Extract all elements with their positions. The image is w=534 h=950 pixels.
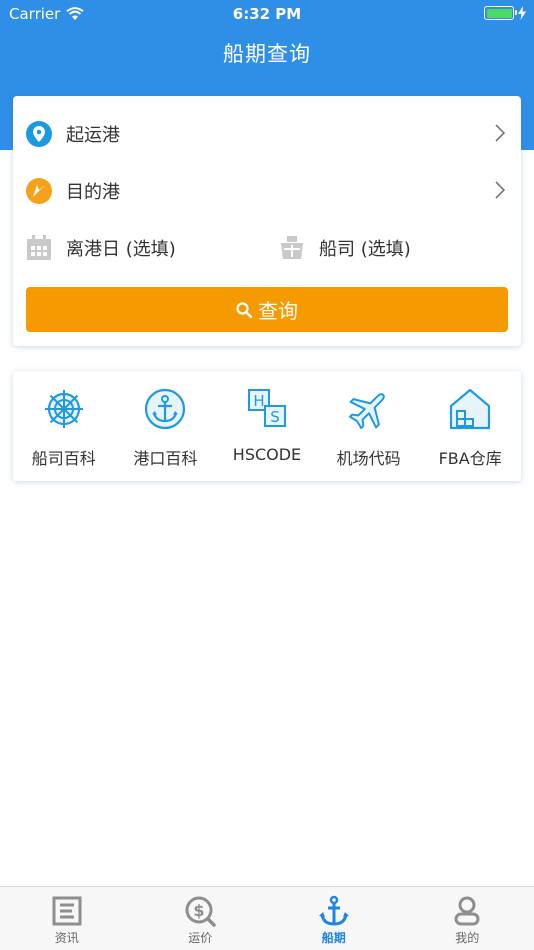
ship-icon bbox=[281, 236, 303, 259]
page-title: 船期查询 bbox=[223, 42, 311, 66]
status-time: 6:32 PM bbox=[232, 5, 302, 23]
anchor-icon bbox=[145, 388, 186, 430]
profile-icon bbox=[454, 896, 480, 926]
shipping-line-field[interactable]: 船司 (选填) bbox=[279, 220, 411, 276]
search-button-label: 查询 bbox=[258, 299, 298, 323]
tool-port-encyclopedia[interactable]: 港口百科 bbox=[115, 371, 217, 481]
battery-indicator bbox=[484, 6, 526, 20]
chevron-right-icon bbox=[495, 124, 505, 142]
hs-code-icon: H S bbox=[247, 389, 286, 427]
tab-label: 运价 bbox=[188, 931, 213, 945]
tab-profile[interactable]: 我的 bbox=[401, 887, 534, 950]
battery-icon bbox=[484, 6, 517, 20]
charging-bolt-icon bbox=[518, 6, 526, 20]
airplane-icon bbox=[348, 393, 385, 430]
tool-label: 机场代码 bbox=[336, 449, 401, 468]
svg-text:$: $ bbox=[194, 901, 205, 920]
tab-freight-rates[interactable]: $ 运价 bbox=[134, 887, 268, 950]
tab-news[interactable]: 资讯 bbox=[0, 887, 134, 950]
svg-text:H: H bbox=[253, 392, 264, 410]
tool-hscode[interactable]: H S HSCODE bbox=[216, 371, 318, 481]
tab-bar: 资讯 $ 运价 船期 我的 bbox=[0, 886, 534, 950]
destination-port-label: 目的港 bbox=[66, 182, 120, 203]
departure-date-label: 离港日 (选填) bbox=[66, 239, 176, 260]
tool-label: HSCODE bbox=[232, 445, 302, 464]
tool-label: FBA仓库 bbox=[438, 449, 502, 468]
calendar-icon bbox=[27, 235, 51, 260]
tab-label: 资讯 bbox=[54, 931, 79, 945]
ship-wheel-icon bbox=[44, 390, 83, 428]
search-card: 起运港 目的港 离港日 (选填) 船司 (选填) 查询 bbox=[13, 96, 521, 346]
news-icon bbox=[52, 896, 82, 926]
search-button[interactable]: 查询 bbox=[26, 287, 508, 332]
search-icon bbox=[236, 301, 252, 318]
origin-port-row[interactable]: 起运港 bbox=[13, 106, 521, 162]
status-bar: Carrier 6:32 PM bbox=[0, 0, 534, 28]
price-icon: $ bbox=[185, 896, 216, 927]
tools-card: 船司百科 港口百科 H S HSCODE 机场代码 FBA仓库 bbox=[13, 371, 521, 481]
tool-airport-codes[interactable]: 机场代码 bbox=[318, 371, 420, 481]
tab-label: 船期 bbox=[321, 931, 346, 945]
departure-date-field[interactable]: 离港日 (选填) bbox=[26, 220, 176, 276]
origin-port-label: 起运港 bbox=[66, 125, 120, 146]
anchor-icon bbox=[318, 895, 349, 926]
tab-sailing-schedule[interactable]: 船期 bbox=[267, 887, 401, 950]
tool-fba-warehouse[interactable]: FBA仓库 bbox=[419, 371, 521, 481]
chevron-right-icon bbox=[495, 181, 505, 199]
destination-port-row[interactable]: 目的港 bbox=[13, 163, 521, 219]
tool-label: 船司百科 bbox=[31, 449, 96, 468]
tool-shipping-line-encyclopedia[interactable]: 船司百科 bbox=[13, 371, 115, 481]
navigation-arrow-icon bbox=[26, 178, 52, 204]
shipping-line-label: 船司 (选填) bbox=[319, 239, 411, 260]
location-pin-icon bbox=[26, 121, 52, 147]
tool-label: 港口百科 bbox=[133, 449, 198, 468]
tab-label: 我的 bbox=[455, 931, 480, 945]
warehouse-icon bbox=[450, 388, 491, 430]
svg-text:S: S bbox=[270, 408, 280, 426]
